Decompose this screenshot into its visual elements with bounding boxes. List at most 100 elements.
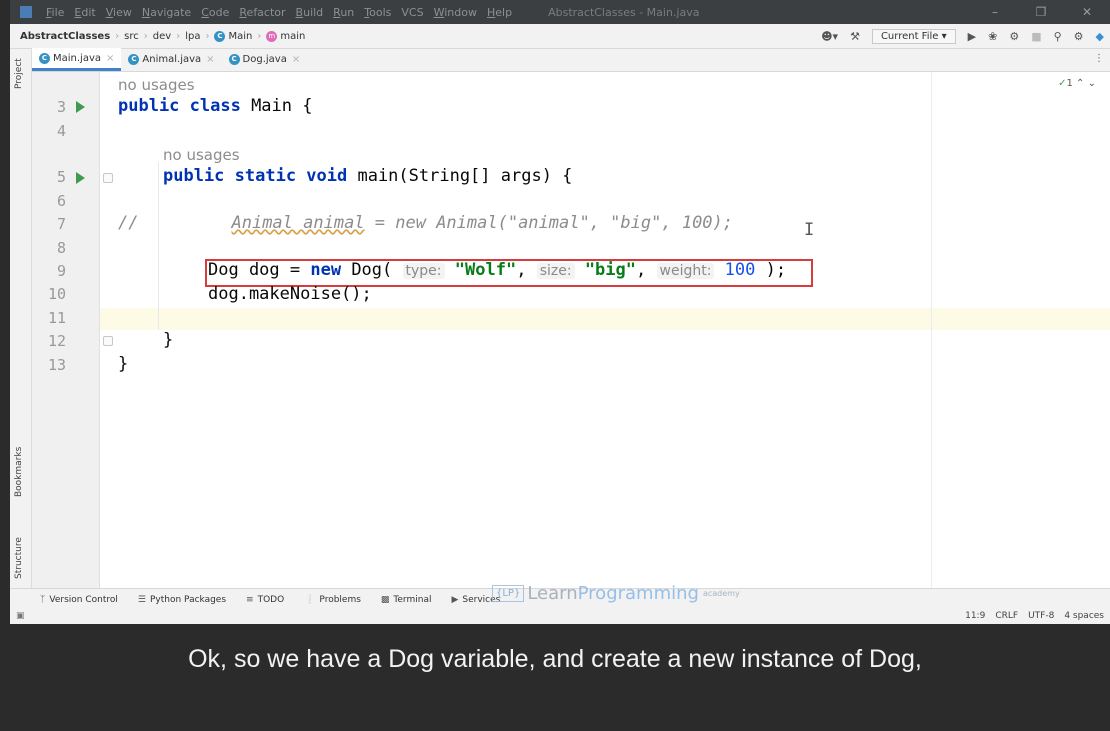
keyword: public class bbox=[118, 96, 241, 116]
code-line-7: // Animal animal = new Animal("animal", "… bbox=[118, 213, 733, 233]
right-margin-guide bbox=[931, 72, 932, 588]
run-config-label: Current File bbox=[880, 31, 939, 42]
usages-hint[interactable]: no usages bbox=[118, 76, 195, 94]
menu-navigate[interactable]: Navigate bbox=[142, 6, 191, 19]
fold-marker-icon[interactable] bbox=[103, 336, 113, 346]
current-line-highlight bbox=[100, 308, 1110, 330]
editor-gutter bbox=[32, 72, 100, 588]
chevron-right-icon: › bbox=[205, 30, 210, 42]
more-vertical-icon[interactable]: ⋮ bbox=[1094, 53, 1104, 64]
stop-icon[interactable]: ■ bbox=[1031, 30, 1041, 43]
todo-button[interactable]: ≡ TODO bbox=[246, 595, 284, 605]
debug-icon[interactable]: ❀ bbox=[988, 30, 997, 43]
code-editor[interactable]: ✓1 ⌃ ⌄ 3 4 5 6 7 8 9 10 11 12 13 no usag… bbox=[32, 72, 1110, 588]
menu-help[interactable]: Help bbox=[487, 6, 512, 19]
layers-icon: ☰ bbox=[137, 594, 146, 605]
mouse-text-cursor-icon: I bbox=[804, 220, 815, 240]
class-icon: C bbox=[228, 54, 240, 65]
indent-setting[interactable]: 4 spaces bbox=[1064, 611, 1104, 621]
layout-icon[interactable]: ▣ bbox=[16, 611, 25, 621]
code-line-12: } bbox=[163, 330, 174, 350]
chevron-right-icon: › bbox=[115, 30, 120, 42]
tab-main-java[interactable]: C Main.java × bbox=[32, 48, 122, 71]
version-control-button[interactable]: ᛉ Version Control bbox=[40, 595, 118, 605]
code-line-5: public static void main(String[] args) { bbox=[163, 166, 572, 186]
class-icon: C bbox=[39, 52, 50, 64]
close-tab-icon[interactable]: × bbox=[292, 54, 300, 65]
branch-icon: ᛉ bbox=[40, 594, 46, 605]
chevron-right-icon: › bbox=[176, 30, 181, 42]
breadcrumb: AbstractClasses › src › dev › lpa › C Ma… bbox=[20, 30, 305, 42]
file-encoding[interactable]: UTF-8 bbox=[1028, 611, 1054, 621]
structure-tool-window-tab[interactable]: Structure bbox=[14, 537, 24, 579]
run-gutter-icon[interactable] bbox=[76, 172, 85, 184]
menu-window[interactable]: Window bbox=[434, 6, 477, 19]
breadcrumb-class[interactable]: Main bbox=[228, 31, 252, 42]
minimize-icon[interactable]: – bbox=[972, 0, 1018, 24]
list-icon: ≡ bbox=[246, 594, 254, 605]
python-packages-button[interactable]: ☰ Python Packages bbox=[138, 595, 226, 605]
close-tab-icon[interactable]: × bbox=[106, 53, 114, 64]
watermark-programming: Programming bbox=[577, 583, 699, 604]
line-separator[interactable]: CRLF bbox=[995, 611, 1018, 621]
highlight-annotation-box bbox=[205, 259, 813, 287]
problems-button[interactable]: ❕ Problems bbox=[304, 595, 361, 605]
status-bar: ▣ 11:9 CRLF UTF-8 4 spaces bbox=[10, 610, 1110, 624]
line-number: 10 bbox=[47, 285, 66, 303]
caret-position[interactable]: 11:9 bbox=[965, 611, 985, 621]
breadcrumb-lpa[interactable]: lpa bbox=[185, 31, 200, 42]
commented-code: Animal animal bbox=[231, 213, 365, 233]
watermark-academy: academy bbox=[702, 589, 740, 598]
watermark-learn: Learn bbox=[527, 583, 578, 604]
menu-file[interactable]: File bbox=[46, 6, 64, 19]
chevron-right-icon: › bbox=[143, 30, 148, 42]
navigation-bar: AbstractClasses › src › dev › lpa › C Ma… bbox=[10, 24, 1110, 49]
terminal-button[interactable]: ▩ Terminal bbox=[381, 595, 432, 605]
bookmarks-tool-window-tab[interactable]: Bookmarks bbox=[14, 447, 24, 497]
services-icon: ▶ bbox=[451, 594, 459, 605]
fold-marker-icon[interactable] bbox=[103, 173, 113, 183]
close-tab-icon[interactable]: × bbox=[206, 54, 214, 65]
plugin-icon[interactable]: ◆ bbox=[1096, 30, 1104, 43]
line-number: 12 bbox=[47, 332, 66, 350]
project-tool-window-tab[interactable]: Project bbox=[14, 58, 24, 89]
learnprogramming-watermark-logo: {LP} Learn Programming academy bbox=[492, 583, 740, 604]
close-window-icon[interactable]: ✕ bbox=[1064, 0, 1110, 24]
breadcrumb-method[interactable]: main bbox=[280, 31, 305, 42]
line-number: 7 bbox=[56, 215, 66, 233]
commented-code: = new Animal("animal", "big", 100); bbox=[364, 213, 734, 233]
run-icon[interactable]: ▶ bbox=[968, 30, 976, 43]
run-toolbar: ☻▾ ⚒ Current File ▾ ▶ ❀ ⚙ ■ ⚲ ⚙ ◆ bbox=[815, 24, 1110, 49]
search-icon[interactable]: ⚲ bbox=[1054, 30, 1062, 43]
build-hammer-icon[interactable]: ⚒ bbox=[850, 30, 860, 43]
menu-vcs[interactable]: VCS bbox=[401, 6, 423, 19]
usages-hint[interactable]: no usages bbox=[163, 146, 240, 164]
menu-view[interactable]: View bbox=[106, 6, 132, 19]
tool-window-label: Terminal bbox=[393, 594, 432, 605]
menu-refactor[interactable]: Refactor bbox=[239, 6, 285, 19]
code-text: Main { bbox=[240, 96, 313, 116]
breadcrumb-project[interactable]: AbstractClasses bbox=[20, 31, 110, 42]
restore-icon[interactable]: ❐ bbox=[1018, 0, 1064, 24]
menu-tools[interactable]: Tools bbox=[364, 6, 391, 19]
menu-code[interactable]: Code bbox=[201, 6, 229, 19]
breadcrumb-dev[interactable]: dev bbox=[153, 31, 171, 42]
user-icon[interactable]: ☻▾ bbox=[821, 30, 838, 43]
menu-edit[interactable]: Edit bbox=[74, 6, 95, 19]
run-config-select[interactable]: Current File ▾ bbox=[871, 29, 956, 44]
menu-bar: File Edit View Navigate Code Refactor Bu… bbox=[10, 0, 1110, 24]
editor-tabs: C Main.java × C Animal.java × C Dog.java… bbox=[32, 48, 1110, 72]
settings-gear-icon[interactable]: ⚙ bbox=[1074, 30, 1084, 43]
video-frame: File Edit View Navigate Code Refactor Bu… bbox=[0, 0, 1110, 731]
indent-guide bbox=[158, 162, 159, 330]
chevron-right-icon: › bbox=[257, 30, 262, 42]
menu-build[interactable]: Build bbox=[296, 6, 324, 19]
tab-dog-java[interactable]: C Dog.java × bbox=[222, 48, 308, 71]
coverage-icon[interactable]: ⚙ bbox=[1009, 30, 1019, 43]
tab-animal-java[interactable]: C Animal.java × bbox=[121, 48, 221, 71]
inspection-widget[interactable]: ✓1 ⌃ ⌄ bbox=[1058, 78, 1096, 89]
line-number: 6 bbox=[56, 192, 66, 210]
run-gutter-icon[interactable] bbox=[76, 101, 85, 113]
breadcrumb-src[interactable]: src bbox=[124, 31, 139, 42]
menu-run[interactable]: Run bbox=[333, 6, 354, 19]
